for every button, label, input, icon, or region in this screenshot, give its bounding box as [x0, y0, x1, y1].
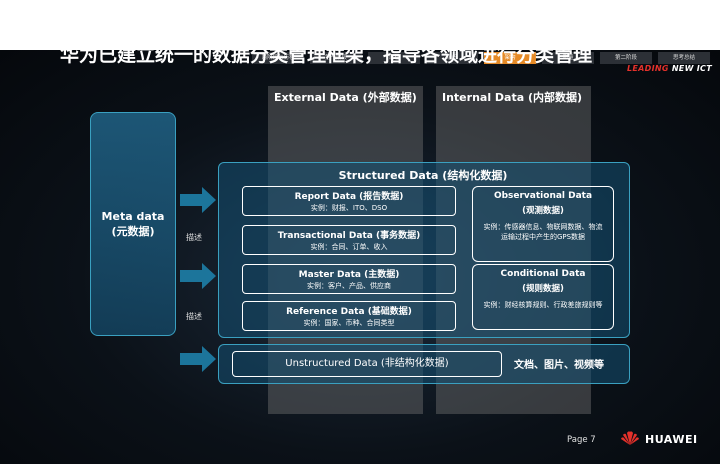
- huawei-brand: HUAWEI: [645, 433, 698, 446]
- master-data-item: Master Data (主数据) 实例：客户、产品、供应商: [242, 264, 456, 294]
- nav-item-phase-two[interactable]: 第二阶段: [600, 52, 652, 64]
- describe-label: 描述: [186, 233, 202, 242]
- external-data-heading: External Data (外部数据): [274, 91, 417, 104]
- arrow-icon: [180, 346, 216, 372]
- tagline-leading: LEADING: [626, 64, 669, 73]
- item-name: Observational Data: [493, 191, 593, 201]
- huawei-logo-icon: [621, 431, 639, 445]
- item-name: Report Data (报告数据): [294, 192, 404, 202]
- tagline: LEADING NEW ICT: [627, 64, 712, 73]
- reference-data-item: Reference Data (基础数据) 实例：国家、币种、合同类型: [242, 301, 456, 331]
- internal-data-heading: Internal Data (内部数据): [442, 91, 583, 104]
- item-example: 实例：客户、产品、供应商: [307, 282, 391, 290]
- page-number: Page 7: [567, 435, 596, 445]
- item-subname: (观测数据): [522, 206, 564, 216]
- nav-item-summary[interactable]: 思考总结: [658, 52, 710, 64]
- structured-data-title: Structured Data (结构化数据): [338, 169, 508, 182]
- meta-data-sublabel: (元数据): [111, 225, 155, 238]
- tagline-new-ict: NEW ICT: [671, 64, 712, 73]
- item-example: 实例：传感器信息、物联网数据、物流运输过程中产生的GPS数据: [483, 223, 603, 241]
- item-name: Conditional Data: [500, 269, 586, 279]
- describe-label: 描述: [186, 312, 202, 321]
- unstructured-data-item: Unstructured Data (非结构化数据): [232, 351, 502, 377]
- item-example: 实例：财经核算规则、行政差旅规则等: [483, 301, 603, 309]
- item-example: 实例：财报、ITO、DSO: [310, 204, 388, 212]
- page-title: 华为已建立统一的数据分类管理框架，指导各领域进行分类管理: [60, 44, 593, 66]
- transactional-data-item: Transactional Data (事务数据) 实例：合同、订单、收入: [242, 225, 456, 255]
- item-subname: (规则数据): [522, 284, 564, 294]
- conditional-data-item: Conditional Data (规则数据) 实例：财经核算规则、行政差旅规则…: [472, 264, 614, 330]
- arrow-icon: [180, 187, 216, 213]
- arrow-icon: [180, 263, 216, 289]
- item-example: 实例：合同、订单、收入: [310, 243, 388, 251]
- item-name: Master Data (主数据): [298, 270, 400, 280]
- meta-data-label: Meta data: [101, 210, 165, 223]
- report-data-item: Report Data (报告数据) 实例：财报、ITO、DSO: [242, 186, 456, 216]
- unstructured-data-example: 文档、图片、视频等: [514, 360, 604, 371]
- item-name: Reference Data (基础数据): [286, 307, 412, 317]
- item-example: 实例：国家、币种、合同类型: [303, 319, 395, 327]
- observational-data-item: Observational Data (观测数据) 实例：传感器信息、物联网数据…: [472, 186, 614, 262]
- item-name: Transactional Data (事务数据): [277, 231, 421, 241]
- meta-data-box: Meta data (元数据): [90, 112, 176, 336]
